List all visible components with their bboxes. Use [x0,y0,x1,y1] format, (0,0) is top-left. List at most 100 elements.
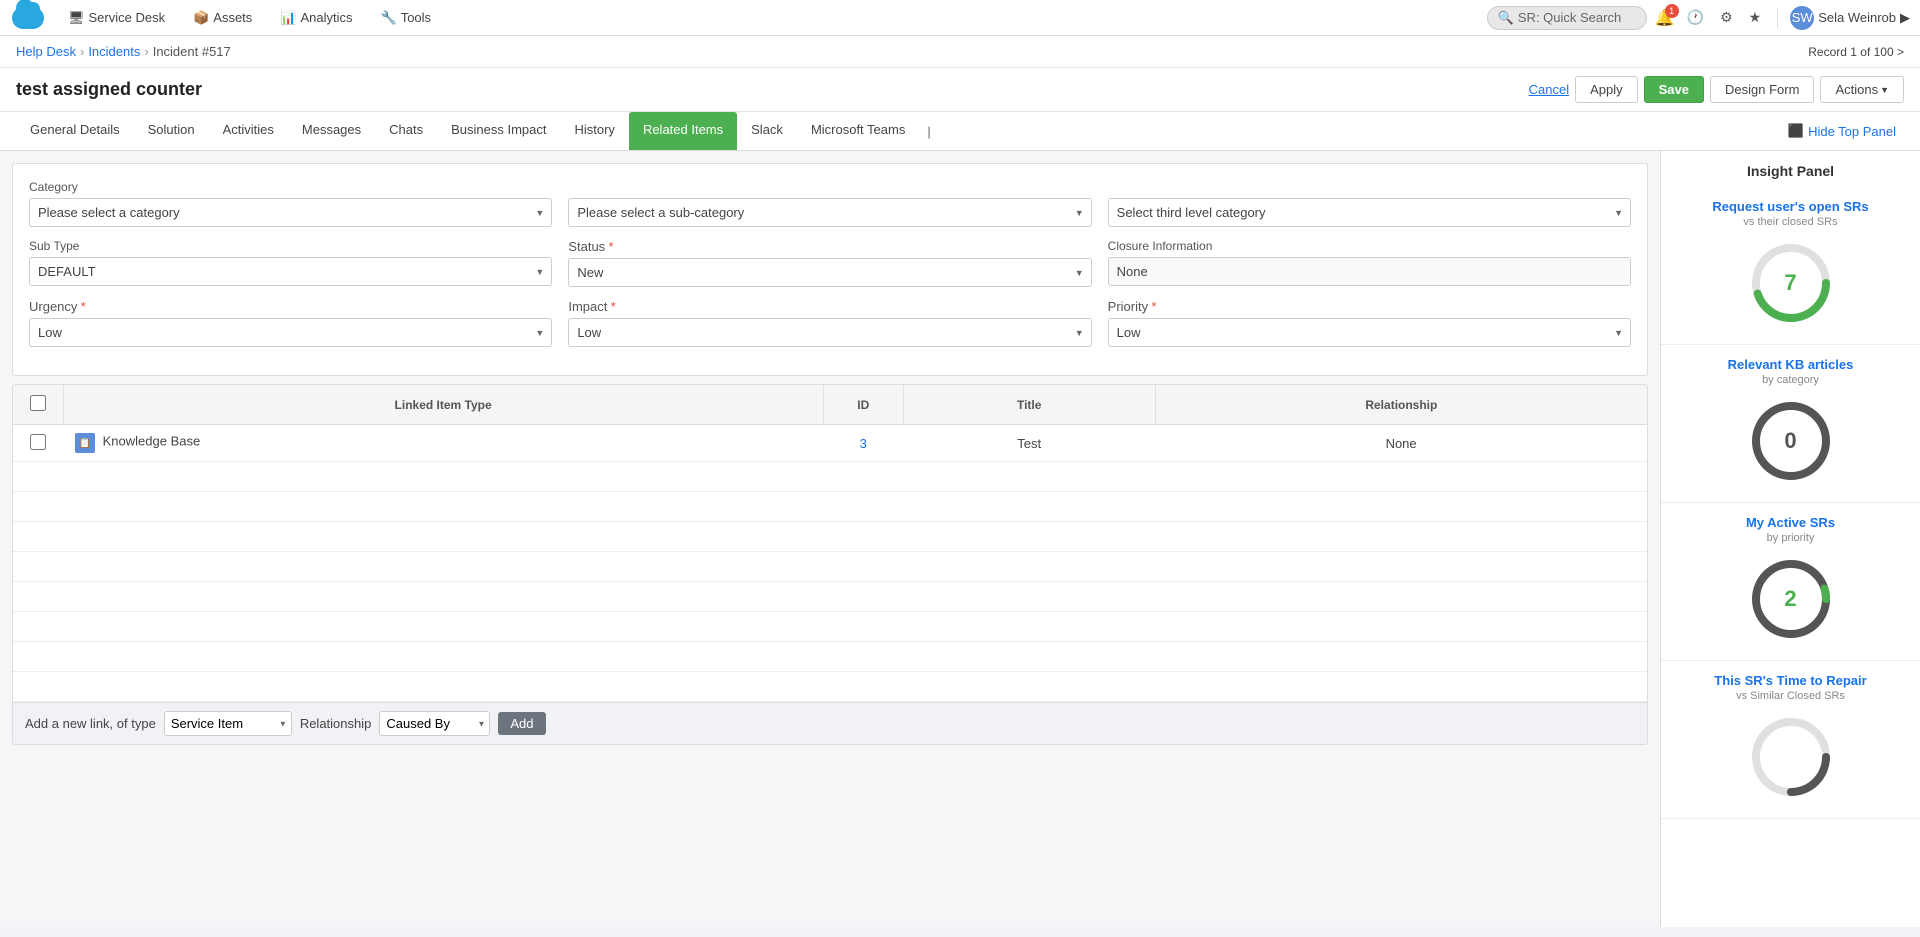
tab-related-items[interactable]: Related Items [629,112,737,150]
subcategory-select-wrapper: Please select a sub-category [568,198,1091,227]
left-content: Category Please select a category Please… [0,151,1660,927]
insight-card-open-srs: Request user's open SRs vs their closed … [1661,187,1920,345]
priority-select[interactable]: Low [1108,318,1631,347]
clock-icon[interactable]: 🕐 [1683,7,1708,28]
tab-history[interactable]: History [560,112,628,150]
empty-row-5 [13,582,1647,612]
relationship-select[interactable]: Caused By Related To Duplicated By Fixed… [379,711,490,736]
tab-messages[interactable]: Messages [288,112,375,150]
tab-slack[interactable]: Slack [737,112,797,150]
insight-card-3-title: My Active SRs [1677,515,1904,530]
breadcrumb-bar: Help Desk › Incidents › Incident #517 Re… [0,36,1920,68]
insight-card-active-srs: My Active SRs by priority 2 [1661,503,1920,661]
select-all-checkbox[interactable] [30,395,46,411]
category-row: Category Please select a category Please… [29,180,1631,227]
linked-items-table: Linked Item Type ID Title Relationship [13,385,1647,702]
impact-select-wrapper: Low [568,318,1091,347]
link-type-wrapper: Service Item Knowledge Base Incident Pro… [164,711,292,736]
urgency-select[interactable]: Low [29,318,552,347]
nav-tools[interactable]: 🔧 Tools [369,6,444,30]
table-row: 📋 Knowledge Base 3 Test None [13,425,1647,462]
search-icon: 🔍 [1498,10,1514,26]
status-select[interactable]: New [568,258,1091,287]
kb-icon: 📋 [75,433,95,453]
nav-assets[interactable]: 📦 Assets [181,6,264,30]
nav-service-desk[interactable]: 🖥 Service Desk [56,6,177,30]
urgency-select-wrapper: Low [29,318,552,347]
tab-solution[interactable]: Solution [134,112,209,150]
tab-activities[interactable]: Activities [209,112,288,150]
tab-business-impact[interactable]: Business Impact [437,112,560,150]
breadcrumb-help-desk[interactable]: Help Desk [16,44,76,59]
row-type-cell: 📋 Knowledge Base [63,425,823,462]
insight-card-1-title: Request user's open SRs [1677,199,1904,214]
nav-service-desk-label: Service Desk [89,10,166,25]
breadcrumb-incidents[interactable]: Incidents [88,44,140,59]
hide-panel-button[interactable]: ⬛ Hide Top Panel [1780,117,1904,145]
quick-search[interactable]: 🔍 SR: Quick Search [1487,6,1647,30]
notifications[interactable]: 🔔 1 [1655,8,1675,28]
nav-analytics[interactable]: 📊 Analytics [268,6,364,30]
col-title: Title [903,385,1155,425]
third-level-label [1108,180,1631,194]
subtype-label: Sub Type [29,239,552,253]
insight-card-2-sub: by category [1677,374,1904,386]
subcategory-select[interactable]: Please select a sub-category [568,198,1091,227]
add-link-row: Add a new link, of type Service Item Kno… [13,702,1647,744]
link-type-select[interactable]: Service Item Knowledge Base Incident Pro… [164,711,292,736]
impact-select[interactable]: Low [568,318,1091,347]
actions-label: Actions [1835,82,1878,97]
insight-card-time-to-repair: This SR's Time to Repair vs Similar Clos… [1661,661,1920,819]
donut-1-value: 7 [1784,270,1796,296]
donut-2: 0 [1746,396,1836,486]
col-relationship: Relationship [1155,385,1647,425]
row-id[interactable]: 3 [860,436,867,451]
status-required: * [609,239,614,254]
star-icon[interactable]: ★ [1745,7,1766,28]
subtype-select[interactable]: DEFAULT [29,257,552,286]
tab-general-details[interactable]: General Details [16,112,134,150]
apply-button[interactable]: Apply [1575,76,1638,103]
third-level-select[interactable]: Select third level category [1108,198,1631,227]
category-select-wrapper: Please select a category [29,198,552,227]
category-group: Category Please select a category [29,180,552,227]
tab-chats[interactable]: Chats [375,112,437,150]
cancel-button[interactable]: Cancel [1529,82,1569,97]
settings-icon[interactable]: ⚙ [1716,7,1737,28]
actions-chevron-icon: ▼ [1880,85,1889,95]
donut-3-value: 2 [1784,586,1796,612]
logo[interactable] [10,0,46,36]
add-button[interactable]: Add [498,712,545,735]
donut-4 [1746,712,1836,802]
insight-card-1-sub: vs their closed SRs [1677,216,1904,228]
tab-microsoft-teams[interactable]: Microsoft Teams [797,112,919,150]
tabs-more-icon[interactable]: | [919,114,938,149]
title-bar: test assigned counter Cancel Apply Save … [0,68,1920,112]
closure-input[interactable] [1108,257,1631,286]
row-checkbox[interactable] [30,434,46,450]
col-id: ID [823,385,903,425]
monitor-icon: 🖥 [68,10,85,26]
user-menu[interactable]: SW Sela Weinrob ▶ [1790,6,1910,30]
row-title-cell: Test [903,425,1155,462]
category-select[interactable]: Please select a category [29,198,552,227]
subtype-row: Sub Type DEFAULT Status * New [29,239,1631,287]
row-relationship: None [1386,436,1417,451]
donut-3: 2 [1746,554,1836,644]
nav-assets-label: Assets [213,10,252,25]
breadcrumb-current: Incident #517 [153,44,231,59]
insight-card-4-sub: vs Similar Closed SRs [1677,690,1904,702]
row-id-cell: 3 [823,425,903,462]
avatar: SW [1790,6,1814,30]
top-navigation: 🖥 Service Desk 📦 Assets 📊 Analytics 🔧 To… [0,0,1920,36]
analytics-icon: 📊 [280,10,296,26]
search-placeholder: SR: Quick Search [1518,10,1621,25]
nav-right: 🔍 SR: Quick Search 🔔 1 🕐 ⚙ ★ SW Sela Wei… [1487,6,1910,30]
design-form-button[interactable]: Design Form [1710,76,1814,103]
closure-label: Closure Information [1108,239,1631,253]
impact-label: Impact * [568,299,1091,314]
save-button[interactable]: Save [1644,76,1704,103]
donut-4-container [1677,712,1904,802]
actions-button[interactable]: Actions ▼ [1820,76,1904,103]
insight-panel: Insight Panel Request user's open SRs vs… [1660,151,1920,927]
